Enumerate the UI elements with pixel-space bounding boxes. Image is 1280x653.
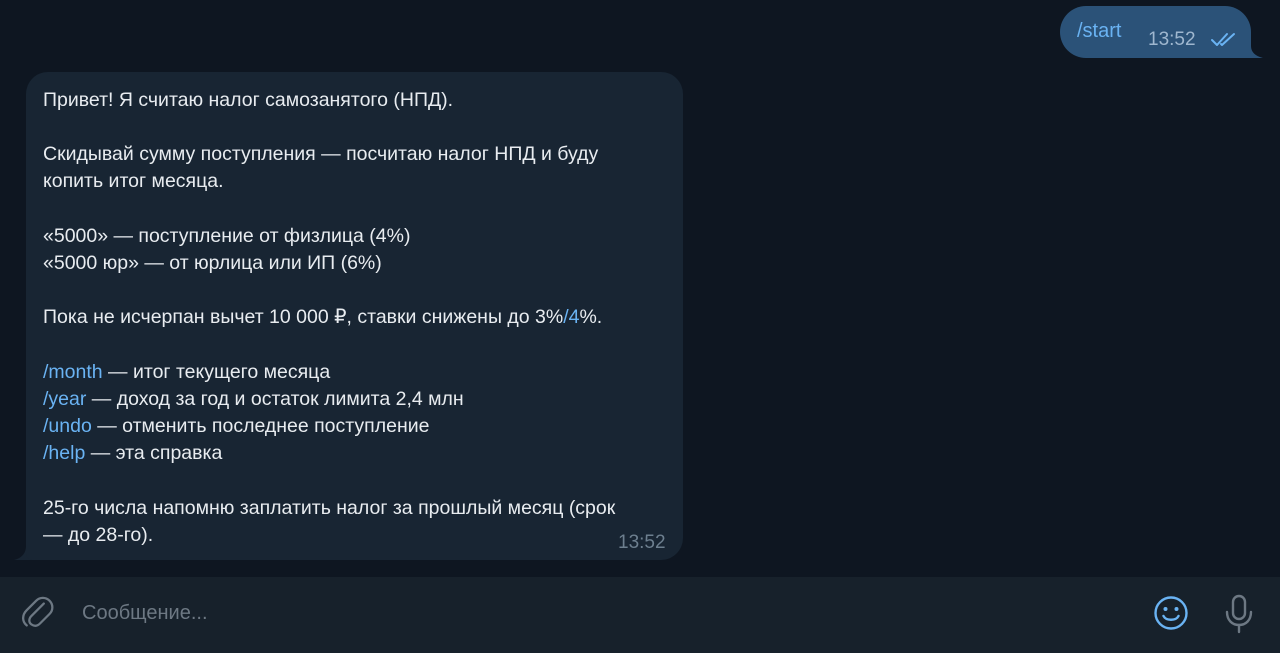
message-line-intro-cont: копить итог месяца. bbox=[43, 170, 224, 192]
message-line-help: /help — эта справка bbox=[43, 441, 222, 465]
command-undo[interactable]: /undo bbox=[43, 415, 92, 437]
command-year-desc: — доход за год и остаток лимита 2,4 млн bbox=[86, 388, 464, 410]
incoming-message[interactable]: Привет! Я считаю налог самозанятого (НПД… bbox=[26, 72, 683, 560]
command-year[interactable]: /year bbox=[43, 388, 86, 410]
deduction-text: Пока не исчерпан вычет 10 000 ₽, ставки … bbox=[43, 306, 564, 328]
deduction-text-end: %. bbox=[579, 306, 603, 328]
chat-area: /start 13:52 Привет! Я считаю налог само… bbox=[0, 0, 1280, 577]
message-line-undo: /undo — отменить последнее поступление bbox=[43, 414, 429, 438]
microphone-icon[interactable] bbox=[1224, 594, 1254, 634]
command-month[interactable]: /month bbox=[43, 361, 103, 383]
command-help[interactable]: /help bbox=[43, 442, 85, 464]
message-line-greeting: Привет! Я считаю налог самозанятого (НПД… bbox=[43, 89, 454, 111]
outgoing-message-text: /start bbox=[1077, 20, 1122, 42]
message-line-deduction: Пока не исчерпан вычет 10 000 ₽, ставки … bbox=[43, 305, 602, 329]
outgoing-message-time: 13:52 bbox=[1148, 29, 1196, 50]
message-line-physical-person: «5000» — поступление от физлица (4%) bbox=[43, 225, 411, 247]
deduction-link[interactable]: /4 bbox=[563, 306, 579, 328]
message-input[interactable] bbox=[80, 597, 1124, 629]
message-composer bbox=[0, 577, 1280, 653]
message-line-reminder: 25-го числа напомню заплатить налог за п… bbox=[43, 497, 616, 519]
command-undo-desc: — отменить последнее поступление bbox=[91, 415, 430, 437]
incoming-message-time: 13:52 bbox=[618, 532, 666, 553]
outgoing-message[interactable]: /start 13:52 bbox=[1060, 6, 1251, 58]
smiley-icon[interactable] bbox=[1153, 595, 1189, 631]
message-line-reminder-cont: — до 28-го). bbox=[43, 524, 154, 546]
command-help-desc: — эта справка bbox=[85, 442, 223, 464]
message-line-legal-entity: «5000 юр» — от юрлица или ИП (6%) bbox=[43, 252, 382, 274]
command-month-desc: — итог текущего месяца bbox=[102, 361, 331, 383]
message-line-intro: Скидывай сумму поступления — посчитаю на… bbox=[43, 143, 599, 165]
message-line-month: /month — итог текущего месяца bbox=[43, 360, 330, 384]
paperclip-icon[interactable] bbox=[22, 596, 56, 632]
double-check-icon bbox=[1211, 33, 1235, 46]
message-line-year: /year — доход за год и остаток лимита 2,… bbox=[43, 387, 464, 411]
